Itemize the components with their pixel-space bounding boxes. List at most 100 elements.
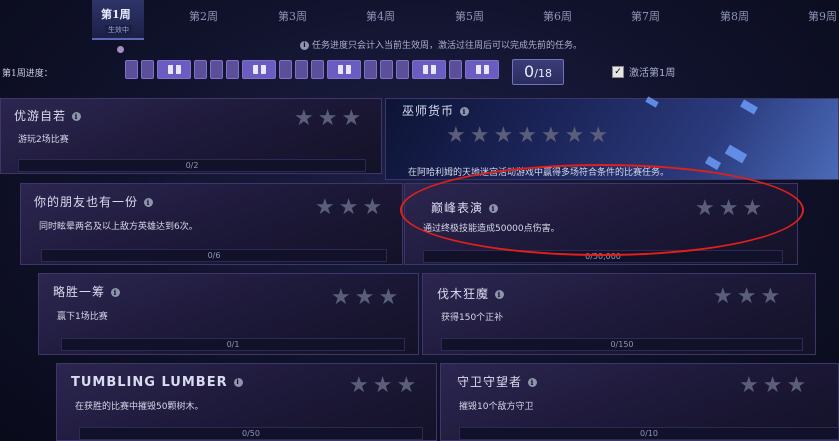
star-icon: ★ xyxy=(469,123,490,148)
star-icon: ★ xyxy=(517,123,537,148)
activate-week-label: 激活第1周 xyxy=(629,68,676,79)
quest-stars: ★ ★ ★ xyxy=(290,108,361,130)
star-icon: ★ xyxy=(540,123,561,148)
gift-icon xyxy=(422,65,436,74)
activate-week-checkbox[interactable]: ✓ xyxy=(612,66,624,78)
info-icon[interactable]: i xyxy=(495,290,505,299)
quest-progress-bar: 0/1 xyxy=(61,338,405,351)
quest-progress-bar: 0/10 xyxy=(459,427,839,440)
star-icon: ★ xyxy=(762,373,783,398)
week-status-badge: 生效中 xyxy=(105,25,132,35)
gift-icon xyxy=(252,65,266,74)
quest-progress-bar: 0/50 xyxy=(79,427,423,440)
quest-title: 守卫守望者 i xyxy=(457,373,540,390)
quest-progress-bar: 0/6 xyxy=(41,249,387,262)
crystal-decoration xyxy=(645,96,659,108)
crystal-decoration xyxy=(704,156,722,170)
week-tab-3[interactable]: 第3周 xyxy=(278,8,307,24)
quest-card[interactable]: 守卫守望者 i 摧毁10个敌方守卫 0/10 ★ ★ ★ xyxy=(440,363,839,441)
progress-segment xyxy=(210,60,223,79)
quest-card[interactable]: TUMBLING LUMBER i 在获胜的比赛中摧毁50颗树木。 0/50 ★ ★… xyxy=(56,363,437,441)
week-indicator-dot xyxy=(117,46,124,53)
quest-title: 略胜一筹 i xyxy=(53,283,123,300)
week-tabs: 第1周 生效中 第2周 第3周 第4周 第5周 第6周 第7周 第8周 第9周 xyxy=(0,0,839,40)
quest-progress-bar: 0/2 xyxy=(18,159,366,172)
star-icon: ★ xyxy=(736,284,757,309)
quest-title-text: 伐木狂魔 xyxy=(437,287,490,301)
progress-segment xyxy=(396,60,409,79)
week-tab-7[interactable]: 第7周 xyxy=(631,8,660,24)
star-icon: ★ xyxy=(349,373,369,398)
notice-text: i 任务进度只会计入当前生效周，激活过往周后可以完成先前的任务。 xyxy=(300,38,582,51)
star-icon: ★ xyxy=(372,373,393,398)
info-icon[interactable]: i xyxy=(528,378,538,387)
quest-card[interactable]: 优游自若 i 游玩2场比赛 0/2 ★ ★ ★ xyxy=(0,98,382,174)
quest-title: TUMBLING LUMBER i xyxy=(71,375,246,390)
progress-reward-segment xyxy=(327,60,361,79)
progress-reward-segment xyxy=(157,60,191,79)
quest-card[interactable]: 伐木狂魔 i 获得150个正补 0/150 ★ ★ ★ xyxy=(422,273,816,355)
progress-segment xyxy=(449,60,462,79)
quest-description: 同时眩晕两名及以上敌方英雄达到6次。 xyxy=(39,222,198,232)
quest-title: 你的朋友也有一份 i xyxy=(34,193,156,210)
quest-title-text: 巫师货币 xyxy=(402,104,455,118)
progress-reward-segment xyxy=(242,60,276,79)
week-tab-1[interactable]: 第1周 xyxy=(101,6,131,22)
star-icon: ★ xyxy=(378,285,399,310)
quest-stars: ★ ★ ★ xyxy=(735,375,806,397)
progress-counter-total: /18 xyxy=(534,67,552,80)
quest-title: 优游自若 i xyxy=(14,107,84,124)
progress-segment xyxy=(311,60,324,79)
star-icon: ★ xyxy=(341,106,362,131)
star-icon: ★ xyxy=(446,123,466,148)
quest-card[interactable]: 略胜一筹 i 赢下1场比赛 0/1 ★ ★ ★ xyxy=(38,273,419,355)
quest-title-text: 你的朋友也有一份 xyxy=(34,195,139,209)
info-icon[interactable]: i xyxy=(72,112,82,121)
quest-title: 巫师货币 i xyxy=(402,102,472,119)
info-icon[interactable]: i xyxy=(111,288,121,297)
progress-segment xyxy=(226,60,239,79)
progress-segment xyxy=(364,60,377,79)
star-icon: ★ xyxy=(760,284,781,309)
quest-stars: ★ ★ ★ xyxy=(311,197,382,219)
info-icon[interactable]: i xyxy=(233,378,243,387)
star-icon: ★ xyxy=(786,373,807,398)
star-icon: ★ xyxy=(713,284,733,309)
quest-title-text: TUMBLING LUMBER xyxy=(71,375,228,390)
gift-icon xyxy=(167,65,181,74)
quest-description: 在获胜的比赛中摧毁50颗树木。 xyxy=(75,402,204,412)
star-icon: ★ xyxy=(588,123,609,148)
highlight-annotation xyxy=(400,164,804,256)
week-progress-bar xyxy=(125,60,503,80)
star-icon: ★ xyxy=(331,285,351,310)
star-icon: ★ xyxy=(294,106,314,131)
week-tab-2[interactable]: 第2周 xyxy=(189,8,218,24)
week-tab-4[interactable]: 第4周 xyxy=(366,8,395,24)
week-tab-9[interactable]: 第9周 xyxy=(808,8,837,24)
progress-reward-segment xyxy=(465,60,499,79)
quest-stars: ★ ★ ★ xyxy=(345,375,416,397)
star-icon: ★ xyxy=(564,123,585,148)
week-tab-6[interactable]: 第6周 xyxy=(543,8,572,24)
crystal-decoration xyxy=(724,144,748,164)
progress-segment xyxy=(380,60,393,79)
star-icon: ★ xyxy=(338,195,359,220)
progress-reward-segment xyxy=(412,60,446,79)
week-tab-5[interactable]: 第5周 xyxy=(455,8,484,24)
star-icon: ★ xyxy=(493,123,514,148)
gift-icon xyxy=(475,65,489,74)
progress-counter-value: 0 xyxy=(524,62,535,81)
week-tab-8[interactable]: 第8周 xyxy=(720,8,749,24)
quest-title-text: 守卫守望者 xyxy=(457,375,523,389)
quest-stars: ★ ★ ★ ★ ★ ★ ★ xyxy=(442,125,608,147)
info-icon[interactable]: i xyxy=(460,107,470,116)
quest-description: 摧毁10个敌方守卫 xyxy=(459,402,534,412)
progress-segment xyxy=(295,60,308,79)
progress-segment xyxy=(125,60,138,79)
star-icon: ★ xyxy=(739,373,759,398)
info-icon[interactable]: i xyxy=(144,198,154,207)
quest-card[interactable]: 你的朋友也有一份 i 同时眩晕两名及以上敌方英雄达到6次。 0/6 ★ ★ ★ xyxy=(20,183,403,265)
progress-segment xyxy=(279,60,292,79)
quest-title-text: 略胜一筹 xyxy=(53,285,106,299)
quest-title-text: 优游自若 xyxy=(14,109,67,123)
